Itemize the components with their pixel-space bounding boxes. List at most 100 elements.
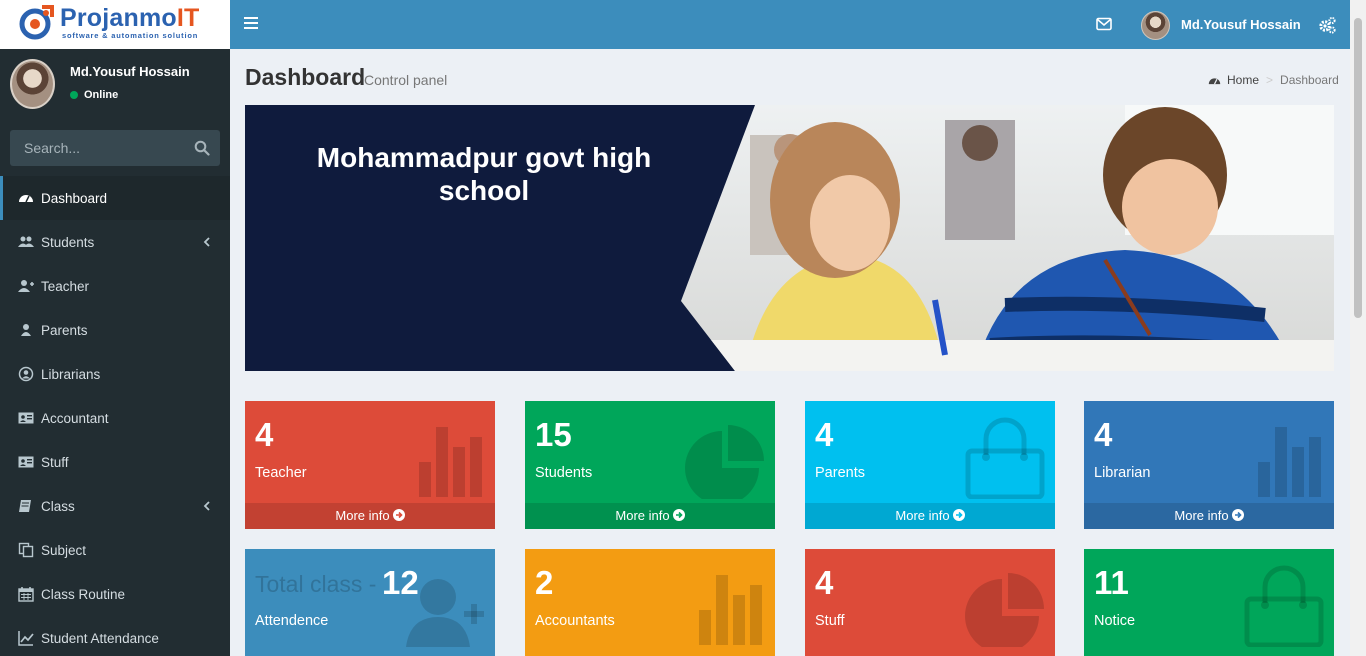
sidebar-item-label: Class Routine: [41, 586, 126, 602]
sidebar-item-parents[interactable]: Parents: [0, 308, 230, 352]
sidebar-item-label: Class: [41, 498, 75, 514]
sidebar-item-label: Dashboard: [41, 190, 108, 206]
stat-label: Teacher: [255, 465, 307, 481]
top-navbar: Md.Yousuf Hossain: [230, 0, 1350, 49]
sidebar-toggle-icon[interactable]: [244, 17, 258, 31]
user-plus-icon: [18, 280, 34, 292]
sidebar-item-teacher[interactable]: Teacher: [0, 264, 230, 308]
breadcrumb-separator: >: [1266, 73, 1274, 87]
stat-box-notice: 11 Notice: [1084, 549, 1334, 656]
bar-chart-icon: [419, 427, 482, 497]
page-title: Dashboard: [245, 64, 366, 90]
sidebar-menu: Dashboard Students Teacher Parents Libra…: [0, 176, 230, 656]
search-icon[interactable]: [194, 140, 210, 156]
stat-label: Librarian: [1094, 465, 1151, 481]
stat-label: Students: [535, 465, 593, 481]
sidebar-item-students[interactable]: Students: [0, 220, 230, 264]
dashboard-icon: [19, 195, 33, 203]
pie-chart-icon: [965, 573, 1044, 647]
stat-label: Stuff: [815, 613, 845, 629]
book-icon: [19, 500, 31, 512]
cogs-icon[interactable]: [1318, 16, 1336, 34]
stat-box-attendence: Total class - 12 Attendence: [245, 549, 495, 656]
sidebar-item-class-routine[interactable]: Class Routine: [0, 572, 230, 616]
header-avatar[interactable]: [1141, 11, 1170, 40]
sidebar-item-label: Librarians: [41, 366, 101, 382]
copy-icon: [18, 542, 34, 558]
online-dot-icon: [70, 91, 78, 99]
school-banner: Mohammadpur govt high school: [245, 105, 1334, 371]
sidebar-item-label: Teacher: [41, 278, 90, 294]
sidebar-item-label: Student Attendance: [41, 630, 159, 646]
sidebar-item-subject[interactable]: Subject: [0, 528, 230, 572]
breadcrumb-home[interactable]: Home: [1208, 73, 1259, 87]
more-info-link[interactable]: More info: [1084, 503, 1334, 529]
scrollbar-thumb[interactable]: [1354, 18, 1362, 318]
sidebar: ProjanmoIT software & automation solutio…: [0, 0, 230, 656]
pie-chart-icon: [685, 425, 764, 499]
sidebar-item-class[interactable]: Class: [0, 484, 230, 528]
bar-chart-icon: [699, 575, 762, 645]
sidebar-item-stuff[interactable]: Stuff: [0, 440, 230, 484]
user-icon: [21, 324, 31, 336]
avatar: [10, 59, 55, 109]
shopping-bag-icon: [965, 417, 1045, 499]
id-card-icon: [18, 456, 34, 468]
id-card-icon: [18, 412, 34, 424]
stat-label: Attendence: [255, 613, 329, 629]
brand-tagline: software & automation solution: [62, 31, 199, 40]
more-info-label: More info: [615, 508, 670, 523]
sidebar-item-librarians[interactable]: Librarians: [0, 352, 230, 396]
sidebar-item-dashboard[interactable]: Dashboard: [0, 176, 230, 220]
sidebar-item-accountant[interactable]: Accountant: [0, 396, 230, 440]
breadcrumb: Home > Dashboard: [1208, 73, 1339, 87]
stat-box-stuff: 4 Stuff: [805, 549, 1055, 656]
stat-value: 4: [815, 564, 834, 601]
page-subtitle: Control panel: [364, 72, 448, 88]
breadcrumb-current: Dashboard: [1280, 73, 1339, 87]
page-scrollbar[interactable]: [1350, 0, 1366, 656]
more-info-label: More info: [895, 508, 950, 523]
sidebar-item-label: Accountant: [41, 410, 109, 426]
stat-box-librarian: 4 Librarian More info: [1084, 401, 1334, 529]
stat-box-students: 15 Students More info: [525, 401, 775, 529]
dashboard-icon: [1208, 78, 1221, 85]
more-info-link[interactable]: More info: [245, 503, 495, 529]
sidebar-item-student-attendance[interactable]: Student Attendance: [0, 616, 230, 656]
stat-value: 4: [255, 416, 274, 453]
user-panel: Md.Yousuf Hossain Online: [0, 49, 230, 129]
stat-box-accountants: 2 Accountants: [525, 549, 775, 656]
arrow-circle-right-icon: [392, 509, 405, 521]
arrow-circle-right-icon: [1231, 509, 1244, 521]
stat-value: 15: [535, 416, 572, 453]
brand-logo-icon: [19, 5, 54, 40]
stat-value: 4: [1094, 416, 1113, 453]
stat-box-parents: 4 Parents More info: [805, 401, 1055, 529]
sidebar-search: [10, 130, 220, 166]
more-info-label: More info: [335, 508, 390, 523]
users-icon: [18, 236, 34, 247]
user-circle-icon: [18, 366, 34, 382]
bar-chart-icon: [1258, 427, 1321, 497]
brand-logo[interactable]: ProjanmoIT software & automation solutio…: [0, 0, 230, 49]
more-info-link[interactable]: More info: [805, 503, 1055, 529]
mail-icon[interactable]: [1096, 17, 1112, 31]
search-input[interactable]: [10, 130, 185, 166]
stat-label: Parents: [815, 465, 865, 481]
arrow-circle-right-icon: [952, 509, 965, 521]
chevron-left-icon: [203, 501, 210, 511]
stat-value: 4: [815, 416, 834, 453]
sidebar-item-label: Students: [41, 234, 95, 250]
chevron-left-icon: [203, 237, 210, 247]
header-user-name[interactable]: Md.Yousuf Hossain: [1181, 17, 1301, 32]
user-status: Online: [70, 89, 118, 101]
school-name: Mohammadpur govt high school: [316, 142, 652, 206]
stat-label: Accountants: [535, 613, 615, 629]
sidebar-item-label: Stuff: [41, 454, 69, 470]
arrow-circle-right-icon: [672, 509, 685, 521]
shopping-bag-icon: [1244, 565, 1324, 647]
user-add-icon: [406, 579, 484, 647]
more-info-label: More info: [1174, 508, 1229, 523]
more-info-link[interactable]: More info: [525, 503, 775, 529]
stat-label: Notice: [1094, 613, 1136, 629]
